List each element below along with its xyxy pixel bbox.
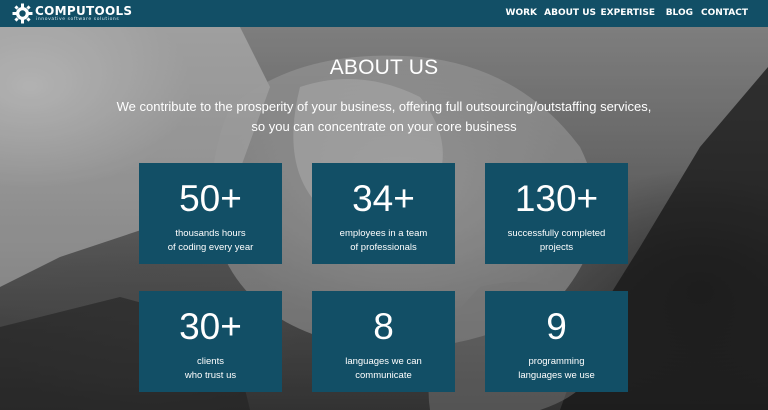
stat-card-coding-hours: 50+ thousands hours of coding every year <box>139 163 282 264</box>
stat-label-line: of professionals <box>350 242 417 253</box>
about-hero: ABOUT US We contribute to the prosperity… <box>0 27 768 410</box>
hero-subtitle: We contribute to the prosperity of your … <box>80 97 688 137</box>
stat-value: 9 <box>546 306 567 347</box>
stat-label-line: languages we can <box>345 356 422 367</box>
stat-card-programming-languages: 9 programming languages we use <box>485 291 628 392</box>
stat-label-line: languages we use <box>518 370 595 381</box>
stat-value: 130+ <box>514 178 599 219</box>
stat-label: thousands hours of coding every year <box>143 227 278 255</box>
top-navbar: COMPUTOOLS innovative software solutions… <box>0 0 768 27</box>
stat-label-line: programming <box>528 356 585 367</box>
hero-subtitle-line: We contribute to the prosperity of your … <box>116 99 652 114</box>
stat-label-line: of coding every year <box>167 242 254 253</box>
stat-label: programming languages we use <box>489 355 624 383</box>
stat-value: 50+ <box>179 178 242 219</box>
hero-subtitle-line: so you can concentrate on your core busi… <box>251 119 517 134</box>
brand-name: COMPUTOOLS <box>35 4 133 18</box>
nav-contact[interactable]: CONTACT <box>701 8 748 19</box>
stat-label: clients who trust us <box>143 355 278 383</box>
nav-work[interactable]: WORK <box>506 8 537 19</box>
stat-card-clients: 30+ clients who trust us <box>139 291 282 392</box>
nav-expertise[interactable]: EXPERTISE <box>601 8 655 19</box>
logo[interactable]: COMPUTOOLS innovative software solutions <box>12 3 152 24</box>
gear-icon <box>12 3 33 24</box>
stat-label: languages we can communicate <box>316 355 451 383</box>
stat-label-line: thousands hours <box>175 228 246 239</box>
stat-card-languages: 8 languages we can communicate <box>312 291 455 392</box>
nav-about-us[interactable]: ABOUT US <box>544 8 596 19</box>
stat-label-line: successfully completed <box>507 228 606 239</box>
page-title: ABOUT US <box>329 56 439 79</box>
stat-label-line: communicate <box>355 370 412 381</box>
stat-label-line: clients <box>197 356 224 367</box>
brand-tagline: innovative software solutions <box>36 17 120 22</box>
stat-label-line: who trust us <box>184 370 237 381</box>
stat-label: successfully completed projects <box>489 227 624 255</box>
stat-label-line: projects <box>539 242 574 253</box>
stat-value: 34+ <box>352 178 415 219</box>
stat-card-employees: 34+ employees in a team of professionals <box>312 163 455 264</box>
stat-card-projects: 130+ successfully completed projects <box>485 163 628 264</box>
stat-value: 8 <box>373 306 394 347</box>
nav-blog[interactable]: BLOG <box>666 8 693 19</box>
stat-value: 30+ <box>179 306 242 347</box>
stat-label-line: employees in a team <box>339 228 428 239</box>
stat-label: employees in a team of professionals <box>316 227 451 255</box>
